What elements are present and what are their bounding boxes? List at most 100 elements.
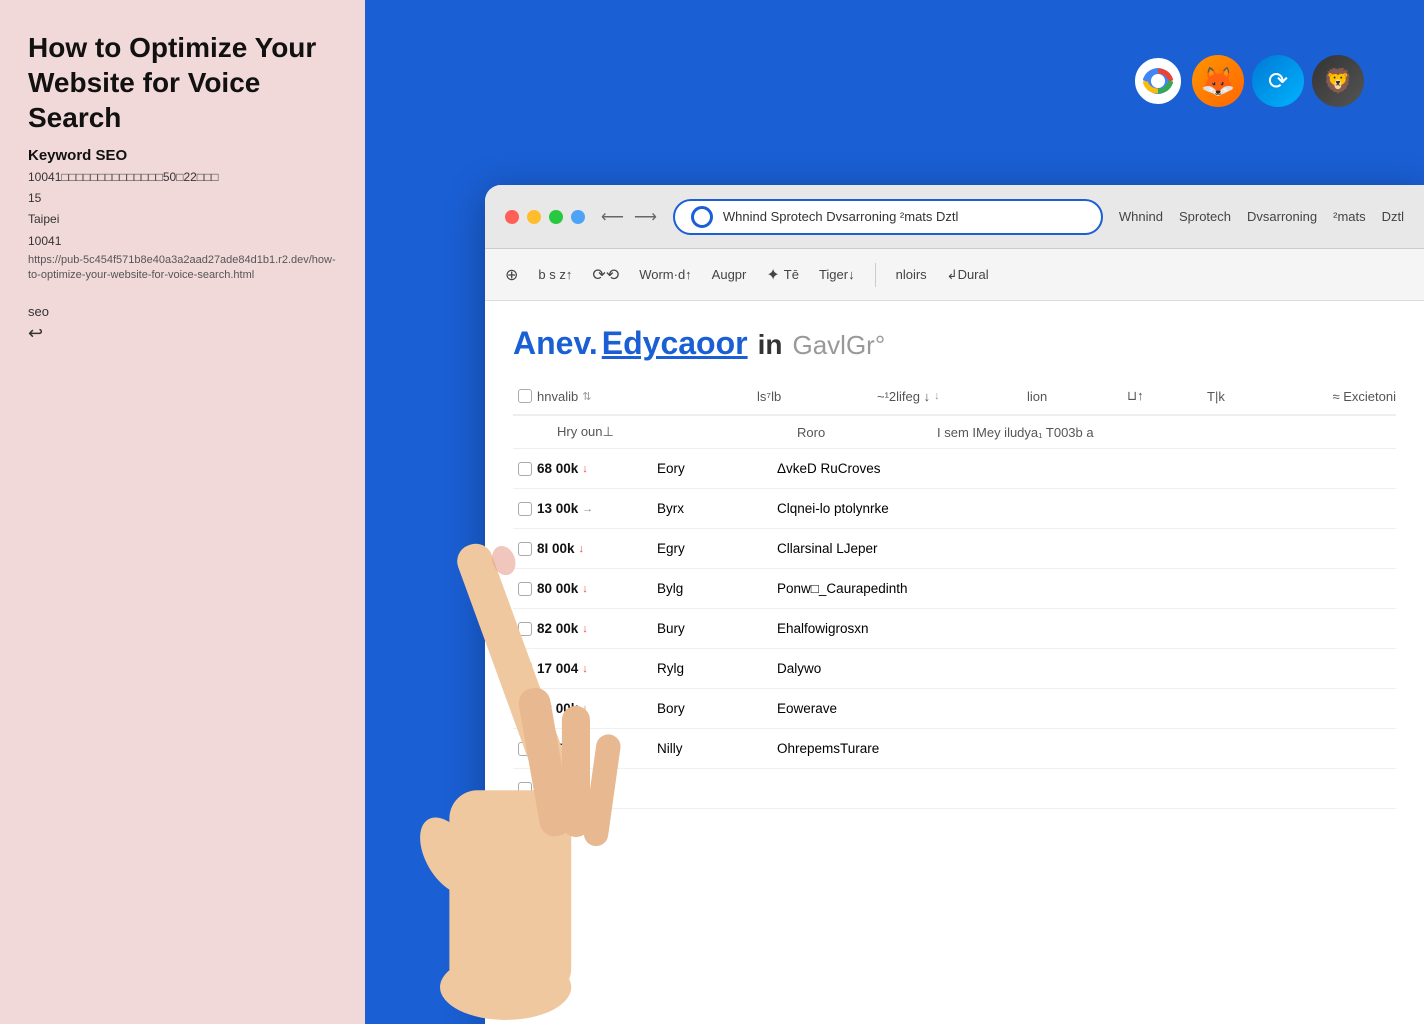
heading-part1: Anev.	[513, 325, 598, 362]
row-7-col2: Nilly	[657, 741, 777, 756]
th-intent[interactable]: lion	[1027, 389, 1127, 404]
th-difficulty-sort-icon: ↓	[934, 390, 940, 402]
th-difficulty-label: ~¹2lifeg ↓	[877, 389, 930, 404]
toolbar-item-dural[interactable]: ↲Dural	[947, 267, 989, 283]
th-actions: ≈ Excietoni	[1287, 389, 1396, 404]
meta-line-1: 10041□□□□□□□□□□□□□□50□22□□□	[28, 168, 337, 187]
toolbar-label-tiger: Tiger↓	[819, 267, 855, 282]
toolbar-label-worm: Worm·d↑	[639, 267, 691, 282]
address-text: Whnind Sprotech Dvsarroning ²mats Dztl	[723, 209, 1085, 224]
toolbar-item-3[interactable]: ⟳⟲	[592, 265, 619, 285]
page-url[interactable]: https://pub-5c454f571b8e40a3a2aad27ade84…	[28, 253, 337, 284]
toolbar-item-augpr[interactable]: Augpr	[712, 267, 747, 282]
main-area: 🦊 ⟳ 🦁 ⟵ ⟶ Whnind Sprotech Dvsarronin	[365, 0, 1424, 1024]
content-toolbar: ⊕ b s z↑ ⟳⟲ Worm·d↑ Augpr ✦ Tē	[485, 249, 1424, 301]
back-icon[interactable]: ⟵	[601, 207, 624, 227]
brave-logo-icon: 🦁	[1312, 55, 1364, 107]
page-heading-title: Anev. Edycaoor in GavlGr°	[513, 325, 1396, 362]
menu-item-3[interactable]: Dvsarroning	[1247, 209, 1317, 224]
edge-logo-icon: ⟳	[1252, 55, 1304, 107]
heading-part2: Edycaoor	[602, 325, 748, 362]
heading-sub: GavlGr°	[792, 330, 885, 361]
th-vol-label: ls⁷lb	[757, 389, 781, 404]
menu-item-2[interactable]: Sprotech	[1179, 209, 1231, 224]
row-1-col2: Byrx	[657, 501, 777, 516]
meta-line-3: Taipei	[28, 210, 337, 229]
row-2-col2: Egry	[657, 541, 777, 556]
th-difficulty[interactable]: ~¹2lifeg ↓ ↓	[877, 389, 1027, 404]
nav-controls: ⟵ ⟶	[601, 207, 657, 227]
subheader-col2: Roro	[797, 425, 917, 440]
page-heading-area: Anev. Edycaoor in GavlGr°	[485, 301, 1424, 378]
maximize-button-icon[interactable]	[549, 210, 563, 224]
traffic-lights	[505, 210, 585, 224]
toolbar-divider	[875, 263, 876, 287]
address-circle-icon	[691, 206, 713, 228]
toolbar-item-te[interactable]: ✦ Tē	[766, 265, 799, 285]
close-button-icon[interactable]	[505, 210, 519, 224]
page-title: How to Optimize Your Website for Voice S…	[28, 30, 337, 135]
toolbar-label-2: b s z↑	[538, 267, 572, 282]
toolbar-icon-1: ⊕	[505, 265, 518, 285]
row-6-col2: Bory	[657, 701, 777, 716]
toolbar-item-worm[interactable]: Worm·d↑	[639, 267, 691, 282]
toolbar-label-dural: ↲Dural	[947, 267, 989, 283]
menu-item-4[interactable]: ²mats	[1333, 209, 1366, 224]
row-0-col3: ΔvkeD RuCroves	[777, 461, 1396, 476]
hand-overlay	[365, 424, 665, 1024]
header-checkbox-col	[513, 389, 537, 403]
extra-button-icon[interactable]	[571, 210, 585, 224]
row-3-col2: Bylg	[657, 581, 777, 596]
table-header-row: hnvalib ⇅ ls⁷lb ~¹2lifeg ↓ ↓ lion ⊔↑	[513, 378, 1396, 416]
select-all-checkbox[interactable]	[518, 389, 532, 403]
menu-item-5[interactable]: Dztl	[1382, 209, 1404, 224]
browser-chrome-bar: ⟵ ⟶ Whnind Sprotech Dvsarroning ²mats Dz…	[485, 185, 1424, 249]
th-vol[interactable]: ls⁷lb	[757, 389, 877, 404]
toolbar-icon-te: ✦	[766, 265, 779, 285]
browser-menu: Whnind Sprotech Dvsarroning ²mats Dztl	[1119, 209, 1404, 224]
toolbar-item-nloirs[interactable]: nloirs	[896, 267, 927, 282]
heading-part3: in	[758, 329, 783, 361]
toolbar-item-tiger[interactable]: Tiger↓	[819, 267, 855, 282]
hand-svg	[365, 444, 665, 1024]
toolbar-label-nloirs: nloirs	[896, 267, 927, 282]
th-actions-label: ≈ Excietoni	[1333, 389, 1397, 404]
th-keyword-sort-icon: ⇅	[582, 390, 591, 403]
minimize-button-icon[interactable]	[527, 210, 541, 224]
th-intent-label: lion	[1027, 389, 1047, 404]
row-4-col3: Ehalfowigrosxn	[777, 621, 1396, 636]
firefox-logo-icon: 🦊	[1192, 55, 1244, 107]
row-5-col2: Rylg	[657, 661, 777, 676]
row-0-col2: Eory	[657, 461, 777, 476]
toolbar-item-1[interactable]: ⊕	[505, 265, 518, 285]
th-tk[interactable]: T|k	[1207, 389, 1287, 404]
menu-item-1[interactable]: Whnind	[1119, 209, 1163, 224]
row-7-col3: OhrepemsTurare	[777, 741, 1396, 756]
keyword-label: Keyword SEO	[28, 147, 337, 164]
toolbar-label-te: Tē	[784, 267, 799, 282]
forward-icon[interactable]: ⟶	[634, 207, 657, 227]
row-5-col3: Dalywo	[777, 661, 1396, 676]
th-sf-label: ⊔↑	[1127, 388, 1144, 404]
th-keyword-label: hnvalib	[537, 389, 578, 404]
row-6-col3: Eowerave	[777, 701, 1396, 716]
row-4-col2: Bury	[657, 621, 777, 636]
th-sf[interactable]: ⊔↑	[1127, 388, 1207, 404]
th-tk-label: T|k	[1207, 389, 1225, 404]
meta-line-4: 10041	[28, 232, 337, 251]
toolbar-icon-3: ⟳⟲	[592, 265, 619, 285]
browser-logos-row: 🦊 ⟳ 🦁	[1132, 55, 1364, 107]
toolbar-item-2[interactable]: b s z↑	[538, 267, 572, 282]
row-3-col3: Ponw□_Caurapedinth	[777, 581, 1396, 596]
address-bar[interactable]: Whnind Sprotech Dvsarroning ²mats Dztl	[673, 199, 1103, 235]
th-keyword[interactable]: hnvalib ⇅	[537, 389, 757, 404]
toolbar-label-augpr: Augpr	[712, 267, 747, 282]
meta-line-2: 15	[28, 189, 337, 208]
tag-icon: ↩	[28, 323, 337, 344]
chrome-logo-icon	[1132, 55, 1184, 107]
subheader-col3: I sem IMey iludya₁ T003b a	[937, 425, 1396, 440]
sidebar: How to Optimize Your Website for Voice S…	[0, 0, 365, 1024]
row-1-col3: Clqnei-lo ptolynrke	[777, 501, 1396, 516]
tag-label: seo	[28, 304, 337, 319]
row-2-col3: Cllarsinal LJeper	[777, 541, 1396, 556]
